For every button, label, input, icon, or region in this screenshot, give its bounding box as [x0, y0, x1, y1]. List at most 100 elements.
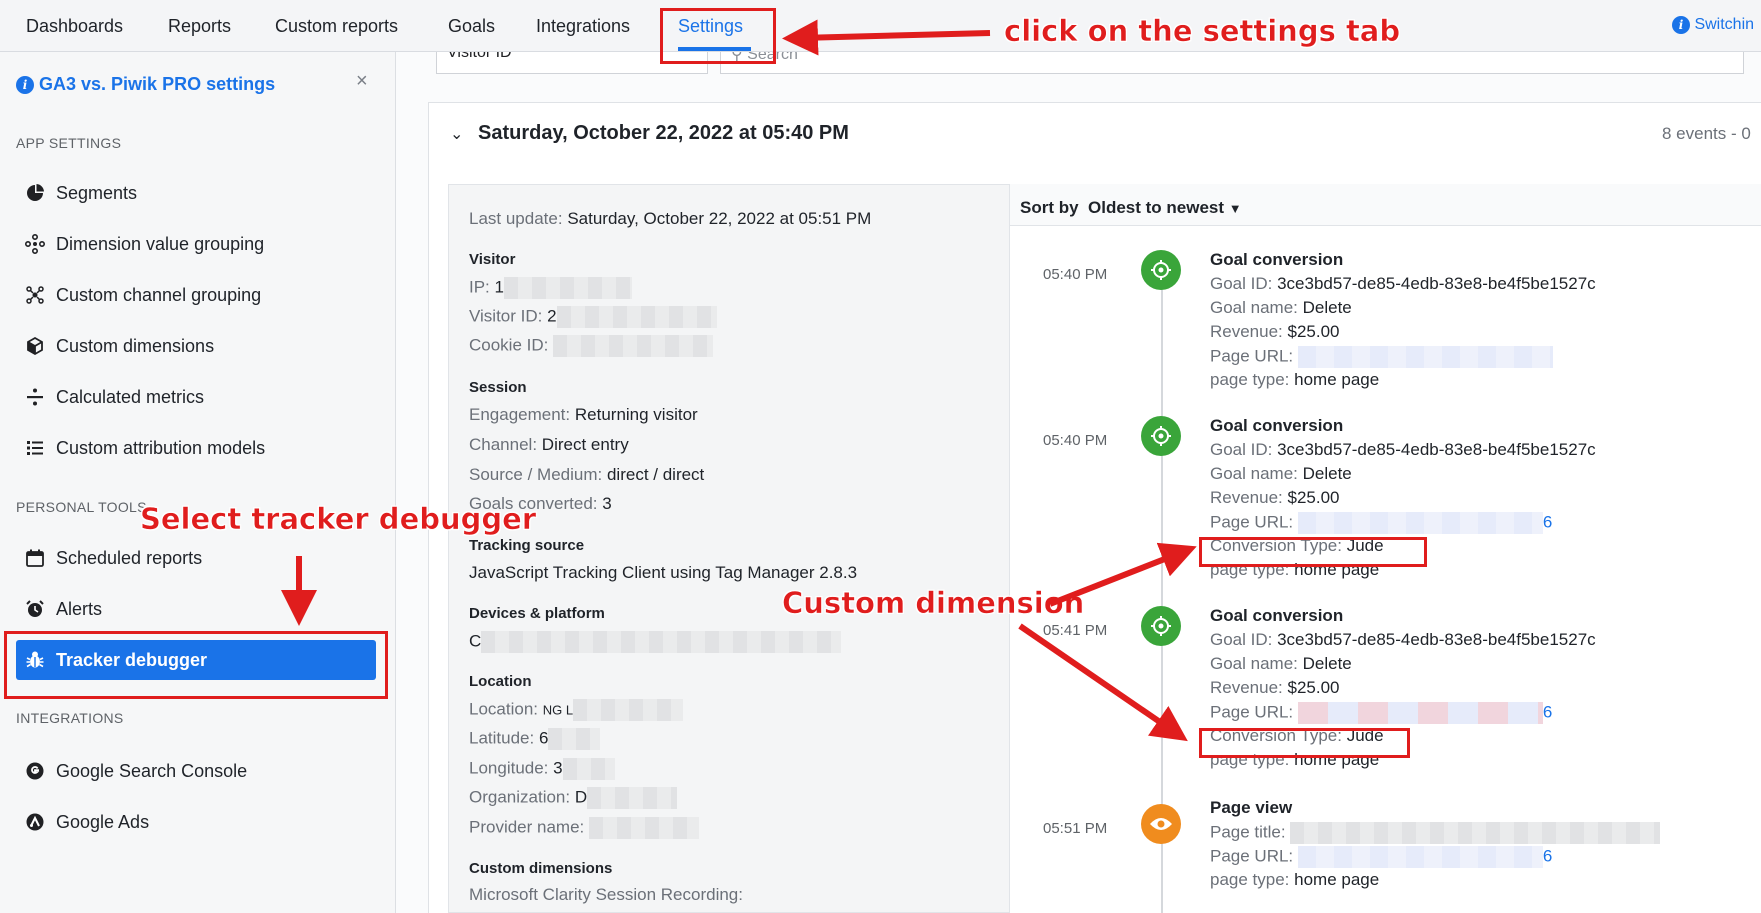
goal-id-label: Goal ID: — [1210, 440, 1273, 459]
ip-label: IP: — [469, 277, 490, 297]
sidebar-item-custom-channel-grouping[interactable]: Custom channel grouping — [24, 283, 261, 307]
provider-label: Provider name: — [469, 817, 585, 837]
redacted-link[interactable] — [1297, 846, 1543, 868]
page-title-label: Page title: — [1210, 822, 1286, 842]
attribution-icon — [24, 437, 46, 459]
tab-integrations[interactable]: Integrations — [536, 16, 630, 37]
switch-label: Switchin — [1694, 16, 1755, 34]
search-input[interactable]: ⚲ Search — [720, 52, 1744, 74]
sidebar-item-dimension-value-grouping[interactable]: Dimension value grouping — [24, 232, 264, 256]
revenue-value: $25.00 — [1287, 322, 1340, 341]
goal-name-label: Goal name: — [1210, 464, 1298, 483]
redacted-link[interactable] — [1297, 346, 1553, 368]
channel-value: Direct entry — [541, 435, 629, 454]
sidebar-item-google-search-console[interactable]: Google Search Console — [24, 759, 247, 783]
alarm-clock-icon — [24, 598, 46, 620]
chevron-down-icon[interactable]: ⌄ — [450, 124, 463, 144]
sidebar-item-label: Dimension value grouping — [56, 233, 265, 254]
redacted-block — [504, 277, 632, 299]
redacted-block — [1290, 822, 1661, 844]
sidebar-item-label: Google Ads — [56, 811, 150, 832]
goal-id-label: Goal ID: — [1210, 630, 1273, 649]
location-label: Location: — [469, 699, 538, 719]
redacted-block — [481, 631, 842, 653]
longitude-value: 3 — [553, 758, 563, 778]
goal-id-label: Goal ID: — [1210, 274, 1273, 293]
event-title: Goal conversion — [1210, 416, 1344, 435]
sort-value: Oldest to newest — [1088, 198, 1225, 217]
switch-link[interactable]: i Switchin — [1672, 16, 1754, 34]
location-value: NG L — [542, 702, 574, 718]
sidebar-item-label: Alerts — [56, 598, 103, 619]
sidebar-item-label: Custom attribution models — [56, 437, 266, 458]
page-url-tail[interactable]: 6 — [1543, 512, 1552, 531]
sidebar-item-label: Scheduled reports — [56, 547, 203, 568]
redacted-link[interactable] — [1297, 702, 1543, 724]
google-ads-icon — [24, 811, 46, 833]
annotation-tracker-label: Select tracker debugger — [140, 502, 537, 537]
cookie-id-label: Cookie ID: — [469, 335, 549, 355]
sidebar-item-segments[interactable]: Segments — [24, 181, 137, 205]
sidebar-title: GA3 vs. Piwik PRO settings — [39, 74, 276, 94]
sort-bar: Sort by Oldest to newest ▼ — [1010, 184, 1761, 226]
section-app-settings: APP SETTINGS — [16, 135, 122, 151]
sidebar-item-alerts[interactable]: Alerts — [24, 597, 102, 621]
info-icon: i — [16, 76, 34, 95]
sidebar-item-google-ads[interactable]: Google Ads — [24, 810, 149, 834]
page-url-tail[interactable]: 6 — [1543, 846, 1552, 865]
event-time: 05:41 PM — [1043, 622, 1108, 639]
sort-control[interactable]: Sort by Oldest to newest ▼ — [1020, 198, 1242, 218]
redacted-block — [589, 817, 700, 839]
tab-dashboards[interactable]: Dashboards — [26, 16, 123, 37]
tab-reports[interactable]: Reports — [168, 16, 231, 37]
visitor-id-value: 2 — [547, 306, 557, 326]
longitude-row: Longitude: 3 — [469, 758, 615, 780]
last-update-value: Saturday, October 22, 2022 at 05:51 PM — [567, 209, 872, 228]
page-url-row: Page URL: 6 — [1210, 702, 1552, 724]
sidebar-item-calculated-metrics[interactable]: Calculated metrics — [24, 385, 204, 409]
sidebar-item-label: Google Search Console — [56, 760, 248, 781]
page-url-tail[interactable]: 6 — [1543, 702, 1552, 721]
session-heading: Session — [469, 379, 527, 396]
goal-id-row: Goal ID: 3ce3bd57-de85-4edb-83e8-be4f5be… — [1210, 440, 1596, 460]
latitude-row: Latitude: 6 — [469, 728, 601, 750]
sidebar-item-custom-attribution-models[interactable]: Custom attribution models — [24, 436, 265, 460]
channel-row: Channel: Direct entry — [469, 435, 629, 455]
sidebar-item-label: Custom channel grouping — [56, 284, 262, 305]
channel-label: Channel: — [469, 435, 538, 454]
redacted-block — [553, 335, 714, 357]
provider-row: Provider name: — [469, 817, 700, 839]
custom-dimensions-heading: Custom dimensions — [469, 860, 613, 877]
divide-icon — [24, 386, 46, 408]
latitude-value: 6 — [538, 728, 549, 748]
conversion-type-highlight-box — [1199, 537, 1427, 567]
sidebar-header: i GA3 vs. Piwik PRO settings — [16, 74, 275, 95]
tab-goals[interactable]: Goals — [448, 16, 495, 37]
goal-id-row: Goal ID: 3ce3bd57-de85-4edb-83e8-be4f5be… — [1210, 630, 1596, 650]
pie-chart-icon — [24, 182, 46, 204]
revenue-value: $25.00 — [1287, 678, 1340, 697]
event-title: Page view — [1210, 798, 1293, 817]
redacted-block — [548, 728, 601, 750]
goal-name-label: Goal name: — [1210, 298, 1298, 317]
goals-value: 3 — [602, 494, 612, 513]
page-type-label: page type: — [1210, 870, 1290, 889]
tracker-debugger-highlight-box — [4, 631, 388, 699]
settings-sidebar: i GA3 vs. Piwik PRO settings × APP SETTI… — [0, 52, 396, 913]
last-update-label: Last update: — [469, 209, 563, 228]
sidebar-item-scheduled-reports[interactable]: Scheduled reports — [24, 546, 202, 570]
target-icon — [1141, 606, 1181, 646]
tab-custom-reports[interactable]: Custom reports — [275, 16, 398, 37]
visitor-id-filter-label: Visitor ID — [447, 52, 512, 61]
page-type-value: home page — [1294, 870, 1380, 889]
close-icon[interactable]: × — [356, 70, 368, 93]
redacted-link[interactable] — [1297, 512, 1543, 534]
tracking-value: JavaScript Tracking Client using Tag Man… — [469, 563, 858, 582]
source-label: Source / Medium: — [469, 465, 603, 484]
redacted-block — [573, 699, 684, 721]
tracking-source-heading: Tracking source — [469, 537, 585, 554]
ip-row: IP: 1 — [469, 277, 632, 299]
revenue-row: Revenue: $25.00 — [1210, 322, 1340, 342]
page-type-label: page type: — [1210, 370, 1290, 389]
sidebar-item-custom-dimensions[interactable]: Custom dimensions — [24, 334, 214, 358]
